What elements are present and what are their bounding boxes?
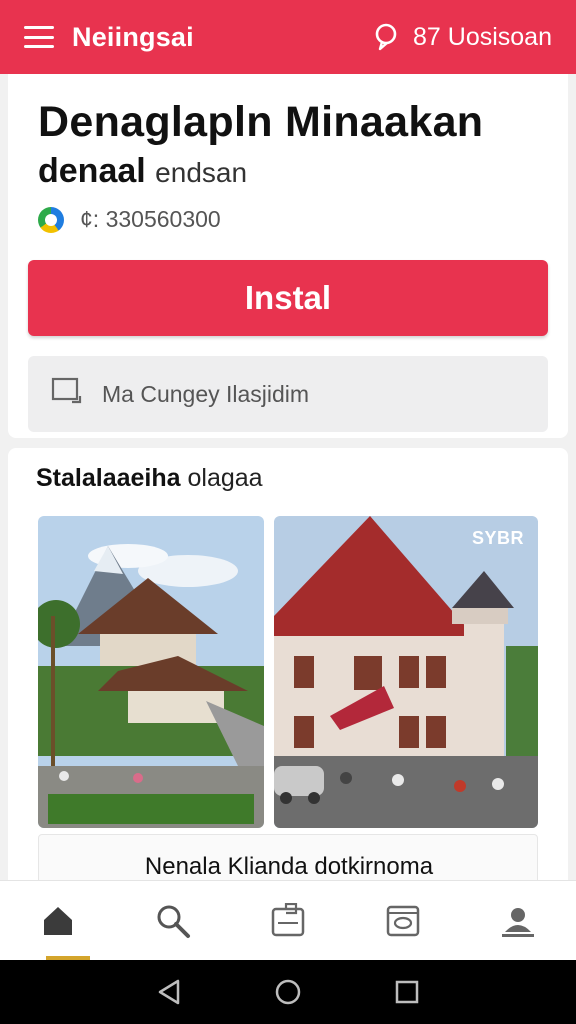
price-text: ¢: 330560300	[80, 206, 221, 232]
app-subtitle-rest: endsan	[155, 157, 248, 188]
secondary-action-label: Ma Cungey Ilasjidim	[102, 380, 310, 407]
back-triangle-icon	[159, 979, 180, 1005]
section-title-bold: Stala	[36, 464, 96, 492]
screenshot-tag: SYBR	[471, 528, 524, 548]
app-bar-actions: 87 Uosisoan	[373, 23, 552, 52]
chat-icon[interactable]	[373, 23, 399, 51]
app-info-card: Denaglapln Minaakan denaal endsan ¢: 330…	[8, 74, 568, 438]
screenshots-section-title: Stalalaaeiha olagaa	[36, 464, 263, 493]
bottom-nav	[0, 880, 576, 960]
nav-media[interactable]	[371, 889, 435, 953]
globe-icon	[38, 206, 64, 233]
clipboard-icon	[271, 902, 305, 936]
app-bar: Neiingsai 87 Uosisoan	[0, 0, 576, 74]
recents-square-icon	[395, 980, 418, 1004]
nav-library[interactable]	[256, 889, 320, 953]
app-subtitle: denaal endsan	[38, 152, 247, 191]
search-icon	[157, 905, 190, 938]
back-button[interactable]	[149, 972, 189, 1012]
screenshot-1[interactable]	[38, 516, 264, 828]
menu-icon[interactable]	[24, 26, 54, 48]
install-button[interactable]: Instal	[28, 260, 548, 336]
profile-icon	[502, 907, 535, 937]
screenshot-caption: Nenala Klianda dotkirnoma	[144, 853, 434, 880]
home-icon	[43, 906, 72, 935]
app-bar-status-text[interactable]: 87 Uosisoan	[413, 23, 552, 52]
nav-search[interactable]	[141, 889, 205, 953]
section-title-mid: laaeiha	[95, 464, 181, 492]
screenshot-2[interactable]: SYBR	[274, 516, 538, 828]
app-title: Denaglapln Minaakan	[38, 98, 484, 146]
app-subtitle-bold: denaal	[38, 152, 146, 190]
home-button[interactable]	[268, 972, 308, 1012]
app-bar-title: Neiingsai	[72, 21, 194, 52]
media-icon	[386, 905, 420, 936]
screenshots-card: Stalalaaeiha olagaa SYBR Nenala Klianda …	[8, 448, 568, 888]
screen-icon	[50, 376, 84, 412]
section-title-rest: olagaa	[187, 464, 263, 492]
home-circle-icon	[275, 979, 301, 1005]
system-nav-bar	[0, 960, 576, 1024]
recents-button[interactable]	[387, 972, 427, 1012]
price-row: ¢: 330560300	[38, 206, 221, 233]
nav-home[interactable]	[26, 889, 90, 953]
nav-profile[interactable]	[486, 889, 550, 953]
secondary-action-button[interactable]: Ma Cungey Ilasjidim	[28, 356, 548, 432]
